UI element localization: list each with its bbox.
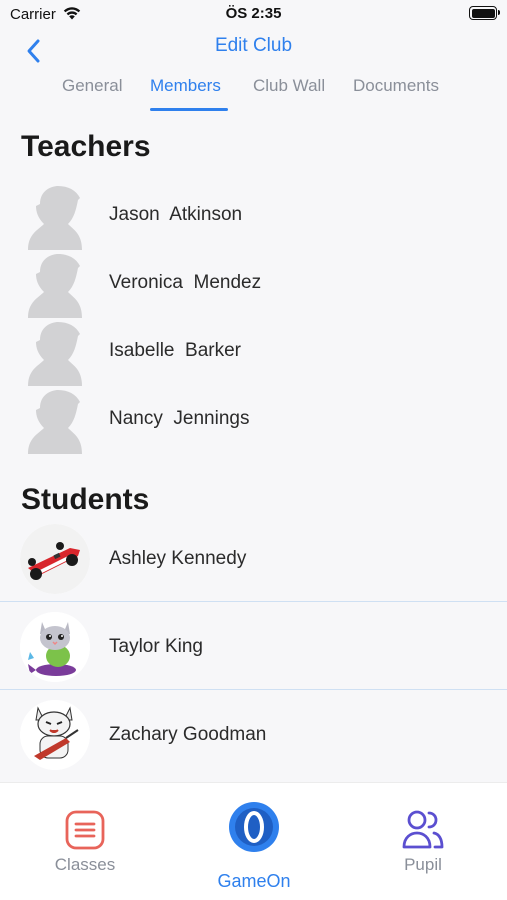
battery-icon xyxy=(469,6,500,20)
clock: ÖS 2:35 xyxy=(225,5,282,22)
list-icon xyxy=(65,810,105,850)
student-row[interactable]: Ashley Kennedy xyxy=(0,516,507,602)
tab-pupil[interactable]: Pupil xyxy=(378,783,468,883)
tab-general[interactable]: General xyxy=(62,76,122,96)
tab-gameon[interactable]: GameOn xyxy=(203,783,305,895)
students-heading: Students xyxy=(21,483,150,516)
active-tab-indicator xyxy=(150,108,228,111)
student-row[interactable]: Taylor King xyxy=(0,604,507,690)
person-silhouette-icon xyxy=(28,390,82,454)
teacher-row[interactable]: Jason Atkinson xyxy=(0,182,507,250)
teacher-row[interactable]: Nancy Jennings xyxy=(0,386,507,454)
student-name: Taylor King xyxy=(109,636,203,657)
cat-guitar-avatar-icon xyxy=(20,700,90,770)
tab-bar-top: General Members Club Wall Documents xyxy=(0,68,507,112)
tab-classes-label: Classes xyxy=(54,855,116,874)
teacher-name: Isabelle Barker xyxy=(109,340,242,361)
teachers-heading: Teachers xyxy=(21,130,151,163)
teacher-row[interactable]: Isabelle Barker xyxy=(0,318,507,386)
tab-classes[interactable]: Classes xyxy=(40,783,130,883)
teacher-name: Jason Atkinson xyxy=(109,204,243,225)
student-name: Ashley Kennedy xyxy=(109,548,247,569)
tab-gameon-label: GameOn xyxy=(217,871,291,891)
gameon-logo-icon xyxy=(229,802,279,852)
divider xyxy=(0,601,507,602)
status-bar: Carrier ÖS 2:35 xyxy=(0,0,507,28)
users-icon xyxy=(402,810,444,849)
tab-documents[interactable]: Documents xyxy=(353,76,439,96)
teacher-row[interactable]: Veronica Mendez xyxy=(0,250,507,318)
page-title: Edit Club xyxy=(214,35,293,56)
race-car-avatar-icon xyxy=(20,524,90,594)
person-silhouette-icon xyxy=(28,322,82,386)
tab-members[interactable]: Members xyxy=(150,76,221,96)
nav-bar: Edit Club xyxy=(0,28,507,68)
teacher-name: Nancy Jennings xyxy=(109,408,250,429)
divider xyxy=(0,689,507,690)
teacher-name: Veronica Mendez xyxy=(109,272,262,293)
person-silhouette-icon xyxy=(28,186,82,250)
tab-pupil-label: Pupil xyxy=(404,855,442,874)
cat-on-fish-avatar-icon xyxy=(20,612,90,682)
student-name: Zachary Goodman xyxy=(109,724,267,745)
tab-club-wall[interactable]: Club Wall xyxy=(253,76,325,96)
bottom-tab-bar: Classes GameOn Pupil xyxy=(0,782,507,900)
person-silhouette-icon xyxy=(28,254,82,318)
student-row[interactable]: Zachary Goodman xyxy=(0,692,507,778)
